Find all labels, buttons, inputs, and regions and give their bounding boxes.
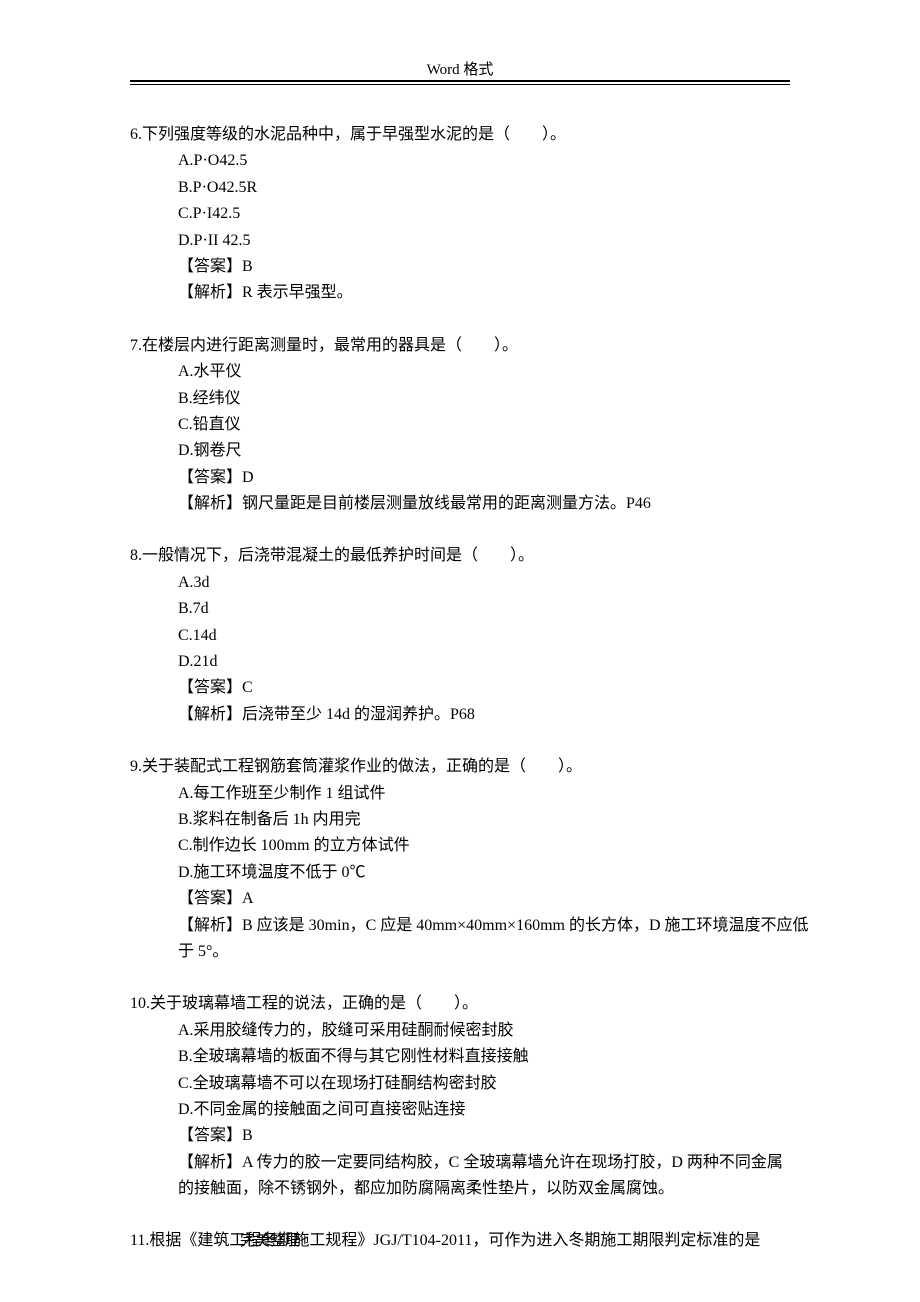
explanation: 【解析】A 传力的胶一定要同结构胶，C 全玻璃幕墙允许在现场打胶，D 两种不同金… <box>130 1150 820 1176</box>
question-stem: 6.下列强度等级的水泥品种中，属于早强型水泥的是（ ）。 <box>130 122 820 148</box>
page: Word 格式 6.下列强度等级的水泥品种中，属于早强型水泥的是（ ）。 A.P… <box>0 0 920 1302</box>
option-b: B.经纬仪 <box>130 386 820 412</box>
option-d: D.P·II 42.5 <box>130 228 820 254</box>
explanation: 【解析】后浇带至少 14d 的湿润养护。P68 <box>130 702 820 728</box>
question-stem: 11.根据《建筑工程冬期施工规程》JGJ/T104-2011，可作为进入冬期施工… <box>130 1228 820 1254</box>
option-c: C.铅直仪 <box>130 412 820 438</box>
option-d: D.不同金属的接触面之间可直接密贴连接 <box>130 1097 820 1123</box>
option-c: C.14d <box>130 623 820 649</box>
answer: 【答案】C <box>130 675 820 701</box>
explanation: 【解析】B 应该是 30min，C 应是 40mm×40mm×160mm 的长方… <box>130 913 820 939</box>
question-8: 8.一般情况下，后浇带混凝土的最低养护时间是（ ）。 A.3d B.7d C.1… <box>130 543 820 728</box>
option-d: D.21d <box>130 649 820 675</box>
question-6: 6.下列强度等级的水泥品种中，属于早强型水泥的是（ ）。 A.P·O42.5 B… <box>130 122 820 307</box>
option-b: B.P·O42.5R <box>130 175 820 201</box>
answer: 【答案】B <box>130 1123 820 1149</box>
option-b: B.7d <box>130 596 820 622</box>
option-a: A.3d <box>130 570 820 596</box>
question-7: 7.在楼层内进行距离测量时，最常用的器具是（ ）。 A.水平仪 B.经纬仪 C.… <box>130 333 820 518</box>
question-stem: 9.关于装配式工程钢筋套筒灌浆作业的做法，正确的是（ ）。 <box>130 754 820 780</box>
question-stem: 10.关于玻璃幕墙工程的说法，正确的是（ ）。 <box>130 991 820 1017</box>
question-stem: 7.在楼层内进行距离测量时，最常用的器具是（ ）。 <box>130 333 820 359</box>
question-stem: 8.一般情况下，后浇带混凝土的最低养护时间是（ ）。 <box>130 543 820 569</box>
option-a: A.水平仪 <box>130 359 820 385</box>
option-a: A.每工作班至少制作 1 组试件 <box>130 781 820 807</box>
explanation-cont: 于 5°。 <box>130 939 820 965</box>
answer: 【答案】A <box>130 886 820 912</box>
option-a: A.采用胶缝传力的，胶缝可采用硅酮耐候密封胶 <box>130 1018 820 1044</box>
option-b: B.浆料在制备后 1h 内用完 <box>130 807 820 833</box>
question-11: 11.根据《建筑工程冬期施工规程》JGJ/T104-2011，可作为进入冬期施工… <box>130 1228 820 1254</box>
option-a: A.P·O42.5 <box>130 148 820 174</box>
content-area: 6.下列强度等级的水泥品种中，属于早强型水泥的是（ ）。 A.P·O42.5 B… <box>130 122 820 1281</box>
question-9: 9.关于装配式工程钢筋套筒灌浆作业的做法，正确的是（ ）。 A.每工作班至少制作… <box>130 754 820 965</box>
option-b: B.全玻璃幕墙的板面不得与其它刚性材料直接接触 <box>130 1044 820 1070</box>
question-10: 10.关于玻璃幕墙工程的说法，正确的是（ ）。 A.采用胶缝传力的，胶缝可采用硅… <box>130 991 820 1202</box>
answer: 【答案】B <box>130 254 820 280</box>
page-footer: 完美整理 <box>240 1229 300 1254</box>
option-c: C.全玻璃幕墙不可以在现场打硅酮结构密封胶 <box>130 1071 820 1097</box>
option-d: D.施工环境温度不低于 0℃ <box>130 860 820 886</box>
explanation-cont: 的接触面，除不锈钢外，都应加防腐隔离柔性垫片，以防双金属腐蚀。 <box>130 1176 820 1202</box>
option-d: D.钢卷尺 <box>130 438 820 464</box>
answer: 【答案】D <box>130 465 820 491</box>
option-c: C.P·I42.5 <box>130 201 820 227</box>
explanation: 【解析】R 表示早强型。 <box>130 280 820 306</box>
option-c: C.制作边长 100mm 的立方体试件 <box>130 833 820 859</box>
explanation: 【解析】钢尺量距是目前楼层测量放线最常用的距离测量方法。P46 <box>130 491 820 517</box>
header-rule <box>130 80 790 85</box>
